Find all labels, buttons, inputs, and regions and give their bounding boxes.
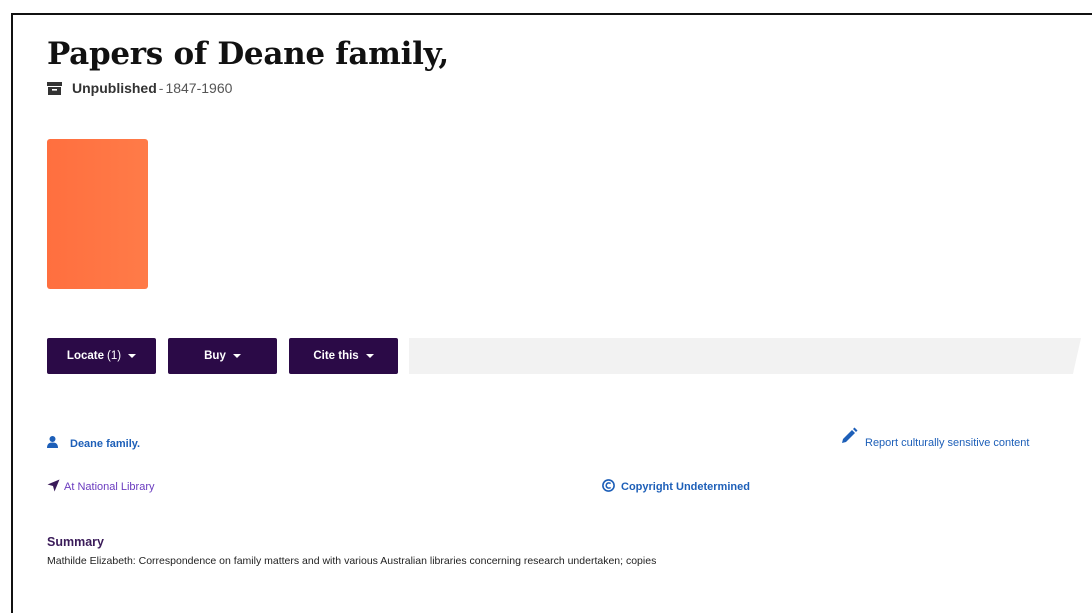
chevron-down-icon (365, 354, 374, 358)
action-buttons: Locate (1) Buy Cite this (47, 338, 410, 374)
report-label: Report culturally sensitive content (865, 437, 1030, 449)
copyright-label: Copyright Undetermined (621, 481, 750, 493)
record-title: Papers of Deane family, (47, 36, 449, 72)
archive-box-icon (47, 81, 62, 95)
locate-button[interactable]: Locate (1) (47, 338, 156, 374)
location-label: At National Library (64, 481, 155, 493)
location-arrow-icon (47, 479, 60, 495)
record-years: 1847-1960 (165, 80, 233, 96)
buy-button[interactable]: Buy (168, 338, 277, 374)
chevron-down-icon (128, 354, 137, 358)
chevron-down-icon (232, 354, 241, 358)
locate-count: (1) (107, 350, 122, 362)
page-frame (11, 13, 1092, 613)
locate-label: Locate (66, 350, 104, 362)
record-meta: Unpublished - 1847-1960 (47, 80, 232, 96)
creator-name: Deane family. (70, 437, 141, 450)
summary-heading: Summary (47, 535, 104, 549)
cover-thumbnail[interactable] (47, 139, 148, 289)
meta-separator: - (158, 80, 164, 96)
copyright-status[interactable]: Copyright Undetermined (602, 479, 750, 495)
cite-button[interactable]: Cite this (289, 338, 398, 374)
creator-link[interactable]: Deane family. (47, 436, 140, 451)
buy-label: Buy (204, 350, 226, 362)
location-link[interactable]: At National Library (47, 479, 155, 495)
cite-label: Cite this (313, 350, 359, 362)
action-bar-background (409, 338, 1081, 374)
record-format: Unpublished (72, 80, 157, 96)
copyright-icon (602, 479, 615, 495)
pencil-icon (840, 427, 858, 448)
report-content-link[interactable]: Report culturally sensitive content (840, 425, 1029, 449)
summary-text: Mathilde Elizabeth: Correspondence on fa… (47, 555, 657, 567)
person-icon (47, 436, 58, 451)
